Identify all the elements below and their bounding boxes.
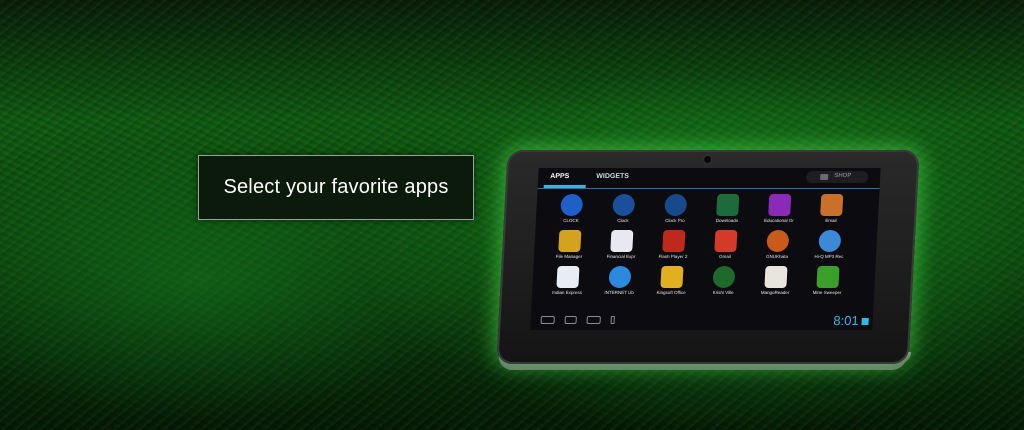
app-tile[interactable]: Educational Gr [756,194,804,223]
gmail-icon [714,230,738,252]
mine-icon [816,266,840,288]
app-tile[interactable]: Krishi Ville [700,266,748,295]
folder-icon [558,230,582,252]
app-tile[interactable]: Gmail [702,230,750,259]
app-tile[interactable]: Financial Expr [598,230,646,259]
flash-icon [662,230,686,252]
farm-icon [712,266,736,288]
recent-apps-icon[interactable] [586,316,601,324]
home-icon[interactable] [564,316,577,324]
back-icon[interactable] [540,316,555,324]
email-icon [820,194,844,216]
active-tab-indicator [543,185,586,188]
microphone-icon [818,230,842,252]
tablet-device: APPS WIDGETS SHOP CLOCK Clock Clock Pro [496,150,920,364]
app-tile[interactable]: Hi-Q MP3 Rec [806,230,854,259]
camera-icon [702,155,713,164]
app-tile[interactable]: Flash Player 2 [650,230,698,259]
app-tile[interactable]: Email [808,194,856,223]
clock-icon [664,194,688,216]
tablet-screen: APPS WIDGETS SHOP CLOCK Clock Clock Pro [530,168,881,330]
shopping-bag-icon [820,174,829,180]
education-icon [768,194,792,216]
shop-button[interactable]: SHOP [805,171,869,183]
app-tile[interactable]: INTERNET Ub [596,266,644,295]
app-tile[interactable]: Mine Sweeper [804,266,852,295]
gnu-icon [766,230,790,252]
clock-icon [560,194,584,216]
system-navbar: 8:01 [530,310,873,330]
tab-widgets[interactable]: WIDGETS [596,173,629,180]
app-tile[interactable]: CLOCK [548,194,596,223]
news-icon [556,266,580,288]
app-tile[interactable]: Clock [600,194,648,223]
office-icon [660,266,684,288]
globe-icon [608,266,632,288]
clock-icon [612,194,636,216]
menu-icon[interactable] [610,316,615,324]
app-tile[interactable]: Clock Pro [652,194,700,223]
status-clock: 8:01 [832,313,860,328]
app-tile[interactable]: GNUKhata [754,230,802,259]
app-tile[interactable]: Downloads [704,194,752,223]
app-tile[interactable]: File Manager [546,230,594,259]
battery-icon [861,318,869,325]
caption-text: Select your favorite apps [223,176,449,198]
app-drawer-tabs: APPS WIDGETS SHOP [537,168,881,189]
reader-icon [764,266,788,288]
download-icon [716,194,740,216]
fe-icon [610,230,634,252]
app-tile[interactable]: Kingsoft Office [648,266,696,295]
app-tile[interactable]: MangoReader [752,266,800,295]
shop-label: SHOP [834,173,852,179]
tab-apps[interactable]: APPS [550,173,569,180]
caption-banner: Select your favorite apps [198,155,474,220]
app-tile[interactable]: Indian Express [544,266,592,295]
